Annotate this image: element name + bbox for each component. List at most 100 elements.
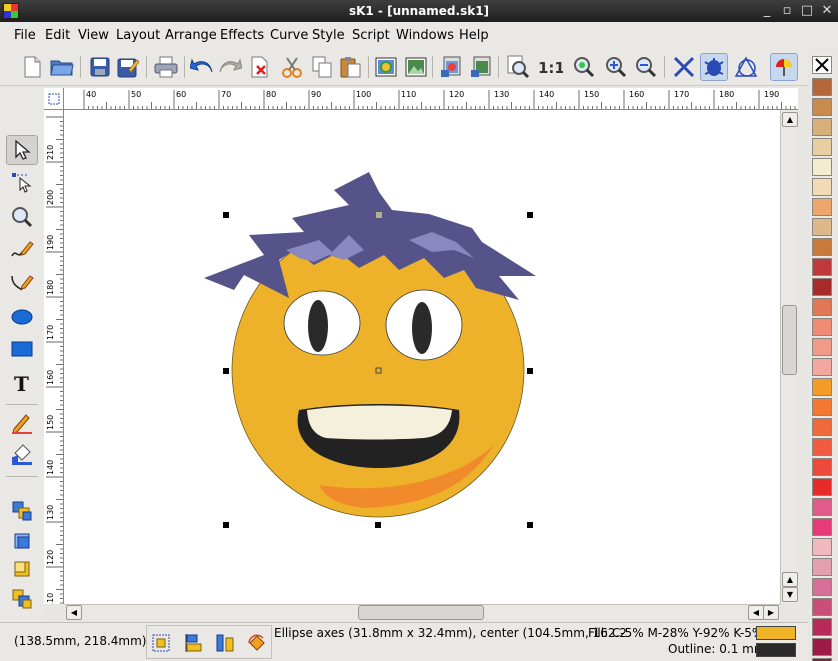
palette-swatch[interactable] [812, 278, 832, 296]
paste-icon[interactable] [336, 53, 364, 81]
rotation-center-handle[interactable] [376, 212, 382, 218]
snap-to-grid-icon[interactable] [732, 53, 760, 81]
horizontal-ruler[interactable]: 40 50 60 70 80 90 100 110 120 130 140 15… [64, 88, 798, 110]
outline-color-swatch[interactable] [756, 643, 796, 657]
palette-swatch[interactable] [812, 258, 832, 276]
palette-swatch[interactable] [812, 138, 832, 156]
scroll-up-icon[interactable]: ▲ [782, 112, 798, 127]
scroll-left-small-icon[interactable]: ◀ [748, 605, 764, 620]
right-pupil[interactable] [412, 302, 432, 354]
scroll-left-icon[interactable]: ◀ [66, 605, 82, 620]
open-folder-icon[interactable] [48, 53, 76, 81]
lower-to-bottom-icon[interactable] [6, 584, 38, 614]
palette-swatch[interactable] [812, 598, 832, 616]
undo-icon[interactable] [188, 53, 216, 81]
menu-arrange[interactable]: Arrange [165, 28, 217, 43]
ellipse-tool-icon[interactable] [6, 302, 38, 332]
select-all-icon[interactable] [149, 631, 173, 655]
palette-swatch[interactable] [812, 478, 832, 496]
zoom-tool-icon[interactable] [6, 202, 38, 232]
minimize-icon[interactable]: _ [758, 2, 776, 20]
import-bitmap-icon[interactable] [372, 53, 400, 81]
palette-swatch[interactable] [812, 498, 832, 516]
palette-swatch[interactable] [812, 378, 832, 396]
print-icon[interactable] [152, 53, 180, 81]
palette-swatch[interactable] [812, 298, 832, 316]
rectangle-tool-icon[interactable] [6, 334, 38, 364]
vertical-scroll-thumb[interactable] [782, 305, 797, 375]
zoom-in-icon[interactable] [602, 53, 630, 81]
menu-file[interactable]: File [14, 28, 36, 43]
vertical-scrollbar[interactable]: ▲ ▲ ▼ [780, 110, 798, 604]
teeth-shape[interactable] [307, 405, 452, 440]
vertical-ruler[interactable]: 210 200 190 180 170 160 150 140 130 120 … [44, 110, 64, 604]
palette-swatch[interactable] [812, 618, 832, 636]
ruler-corner[interactable] [44, 88, 64, 110]
close-window-icon[interactable]: ✕ [818, 2, 836, 20]
palette-swatch[interactable] [812, 238, 832, 256]
color-picker-icon[interactable] [770, 53, 798, 81]
zoom-out-icon[interactable] [632, 53, 660, 81]
copy-icon[interactable] [308, 53, 336, 81]
bezier-tool-icon[interactable] [6, 268, 38, 298]
save-as-icon[interactable] [114, 53, 142, 81]
menu-style[interactable]: Style [312, 28, 345, 43]
horizontal-scroll-thumb[interactable] [358, 605, 484, 620]
raise-icon[interactable] [6, 526, 38, 556]
palette-swatch[interactable] [812, 418, 832, 436]
menu-view[interactable]: View [78, 28, 109, 43]
text-tool-icon[interactable]: T [6, 368, 38, 398]
palette-swatch[interactable] [812, 558, 832, 576]
export-image-icon[interactable] [468, 53, 496, 81]
lower-icon[interactable] [6, 554, 38, 584]
snap-to-guides-icon[interactable] [670, 53, 698, 81]
palette-swatch[interactable] [812, 78, 832, 96]
restore-icon[interactable]: ▫ [778, 2, 796, 20]
zoom-selection-icon[interactable] [570, 53, 598, 81]
freehand-tool-icon[interactable] [6, 234, 38, 264]
menu-curve[interactable]: Curve [270, 28, 308, 43]
fill-tool-icon[interactable] [6, 440, 38, 470]
outline-tool-icon[interactable] [6, 408, 38, 438]
zoom-page-icon[interactable] [504, 53, 532, 81]
palette-swatch[interactable] [812, 358, 832, 376]
menu-edit[interactable]: Edit [45, 28, 70, 43]
palette-swatch[interactable] [812, 398, 832, 416]
scroll-down-icon[interactable]: ▼ [782, 587, 798, 602]
palette-swatch[interactable] [812, 538, 832, 556]
palette-swatch[interactable] [812, 518, 832, 536]
distribute-icon[interactable] [213, 631, 237, 655]
palette-swatch[interactable] [812, 178, 832, 196]
palette-swatch[interactable] [812, 158, 832, 176]
menu-script[interactable]: Script [352, 28, 390, 43]
delete-icon[interactable] [246, 53, 274, 81]
maximize-icon[interactable]: □ [798, 2, 816, 20]
save-icon[interactable] [86, 53, 114, 81]
no-color-icon[interactable] [812, 56, 832, 74]
align-icon[interactable] [181, 631, 205, 655]
left-pupil[interactable] [308, 300, 328, 352]
scroll-up-small-icon[interactable]: ▲ [782, 572, 798, 587]
menu-layout[interactable]: Layout [116, 28, 160, 43]
scroll-right-icon[interactable]: ▶ [763, 605, 779, 620]
palette-swatch[interactable] [812, 338, 832, 356]
export-bitmap-icon[interactable] [402, 53, 430, 81]
menu-effects[interactable]: Effects [220, 28, 264, 43]
menu-windows[interactable]: Windows [396, 28, 454, 43]
new-document-icon[interactable] [18, 53, 46, 81]
horizontal-scrollbar[interactable]: ◀ ◀ ▶ [64, 604, 780, 620]
raise-to-top-icon[interactable] [6, 496, 38, 526]
selection-tool-icon[interactable] [6, 135, 38, 165]
palette-swatch[interactable] [812, 638, 832, 656]
palette-swatch[interactable] [812, 198, 832, 216]
palette-swatch[interactable] [812, 578, 832, 596]
redo-icon[interactable] [216, 53, 244, 81]
drawing-canvas[interactable] [64, 110, 780, 604]
palette-swatch[interactable] [812, 218, 832, 236]
cut-icon[interactable] [278, 53, 306, 81]
palette-swatch[interactable] [812, 98, 832, 116]
import-image-icon[interactable] [438, 53, 466, 81]
transform-icon[interactable] [245, 631, 269, 655]
palette-swatch[interactable] [812, 118, 832, 136]
palette-swatch[interactable] [812, 318, 832, 336]
